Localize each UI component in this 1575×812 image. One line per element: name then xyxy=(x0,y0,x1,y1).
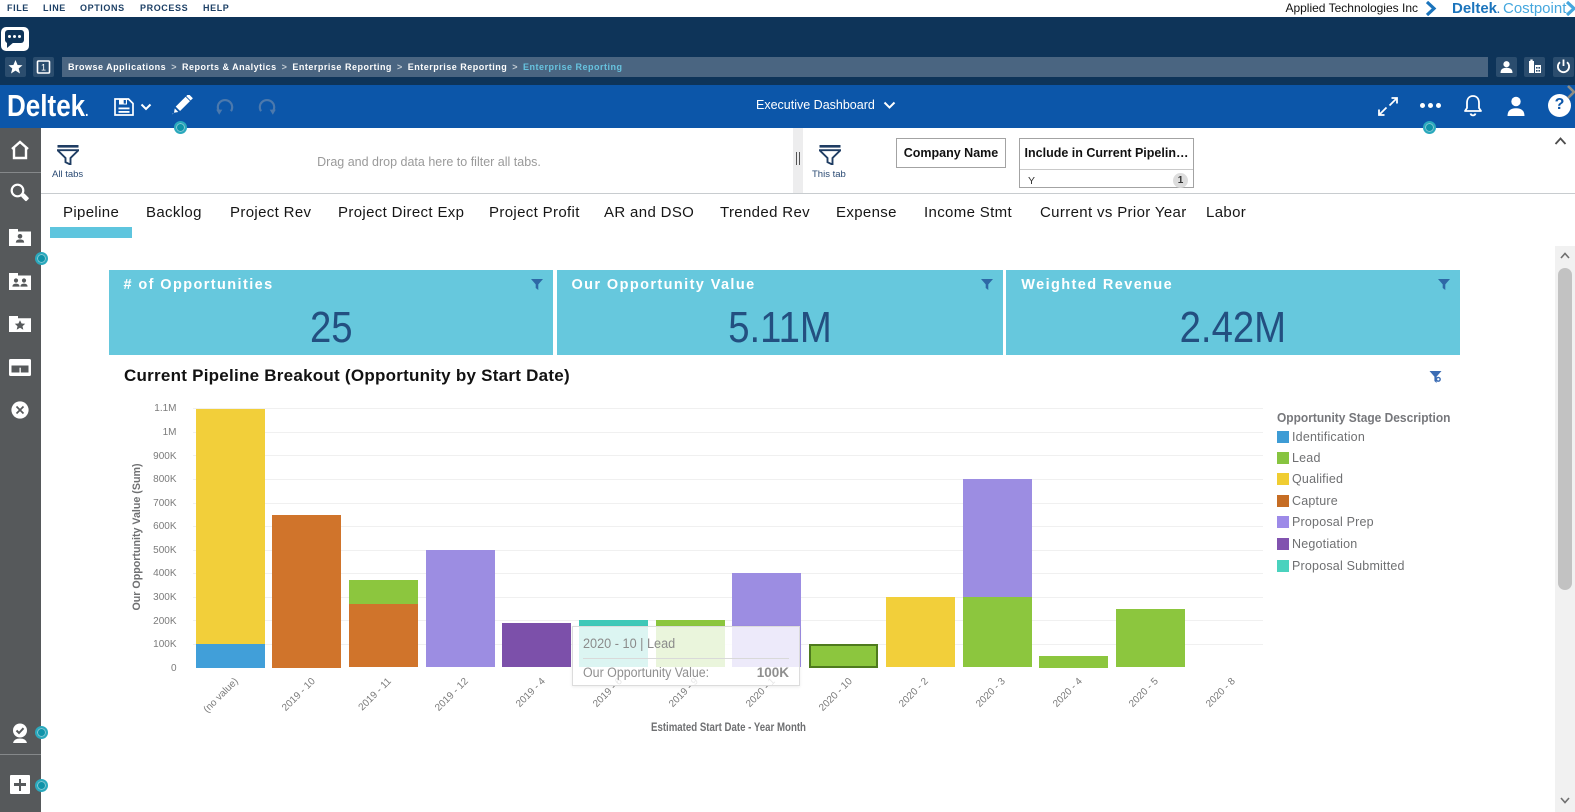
svg-text:1: 1 xyxy=(41,63,46,73)
